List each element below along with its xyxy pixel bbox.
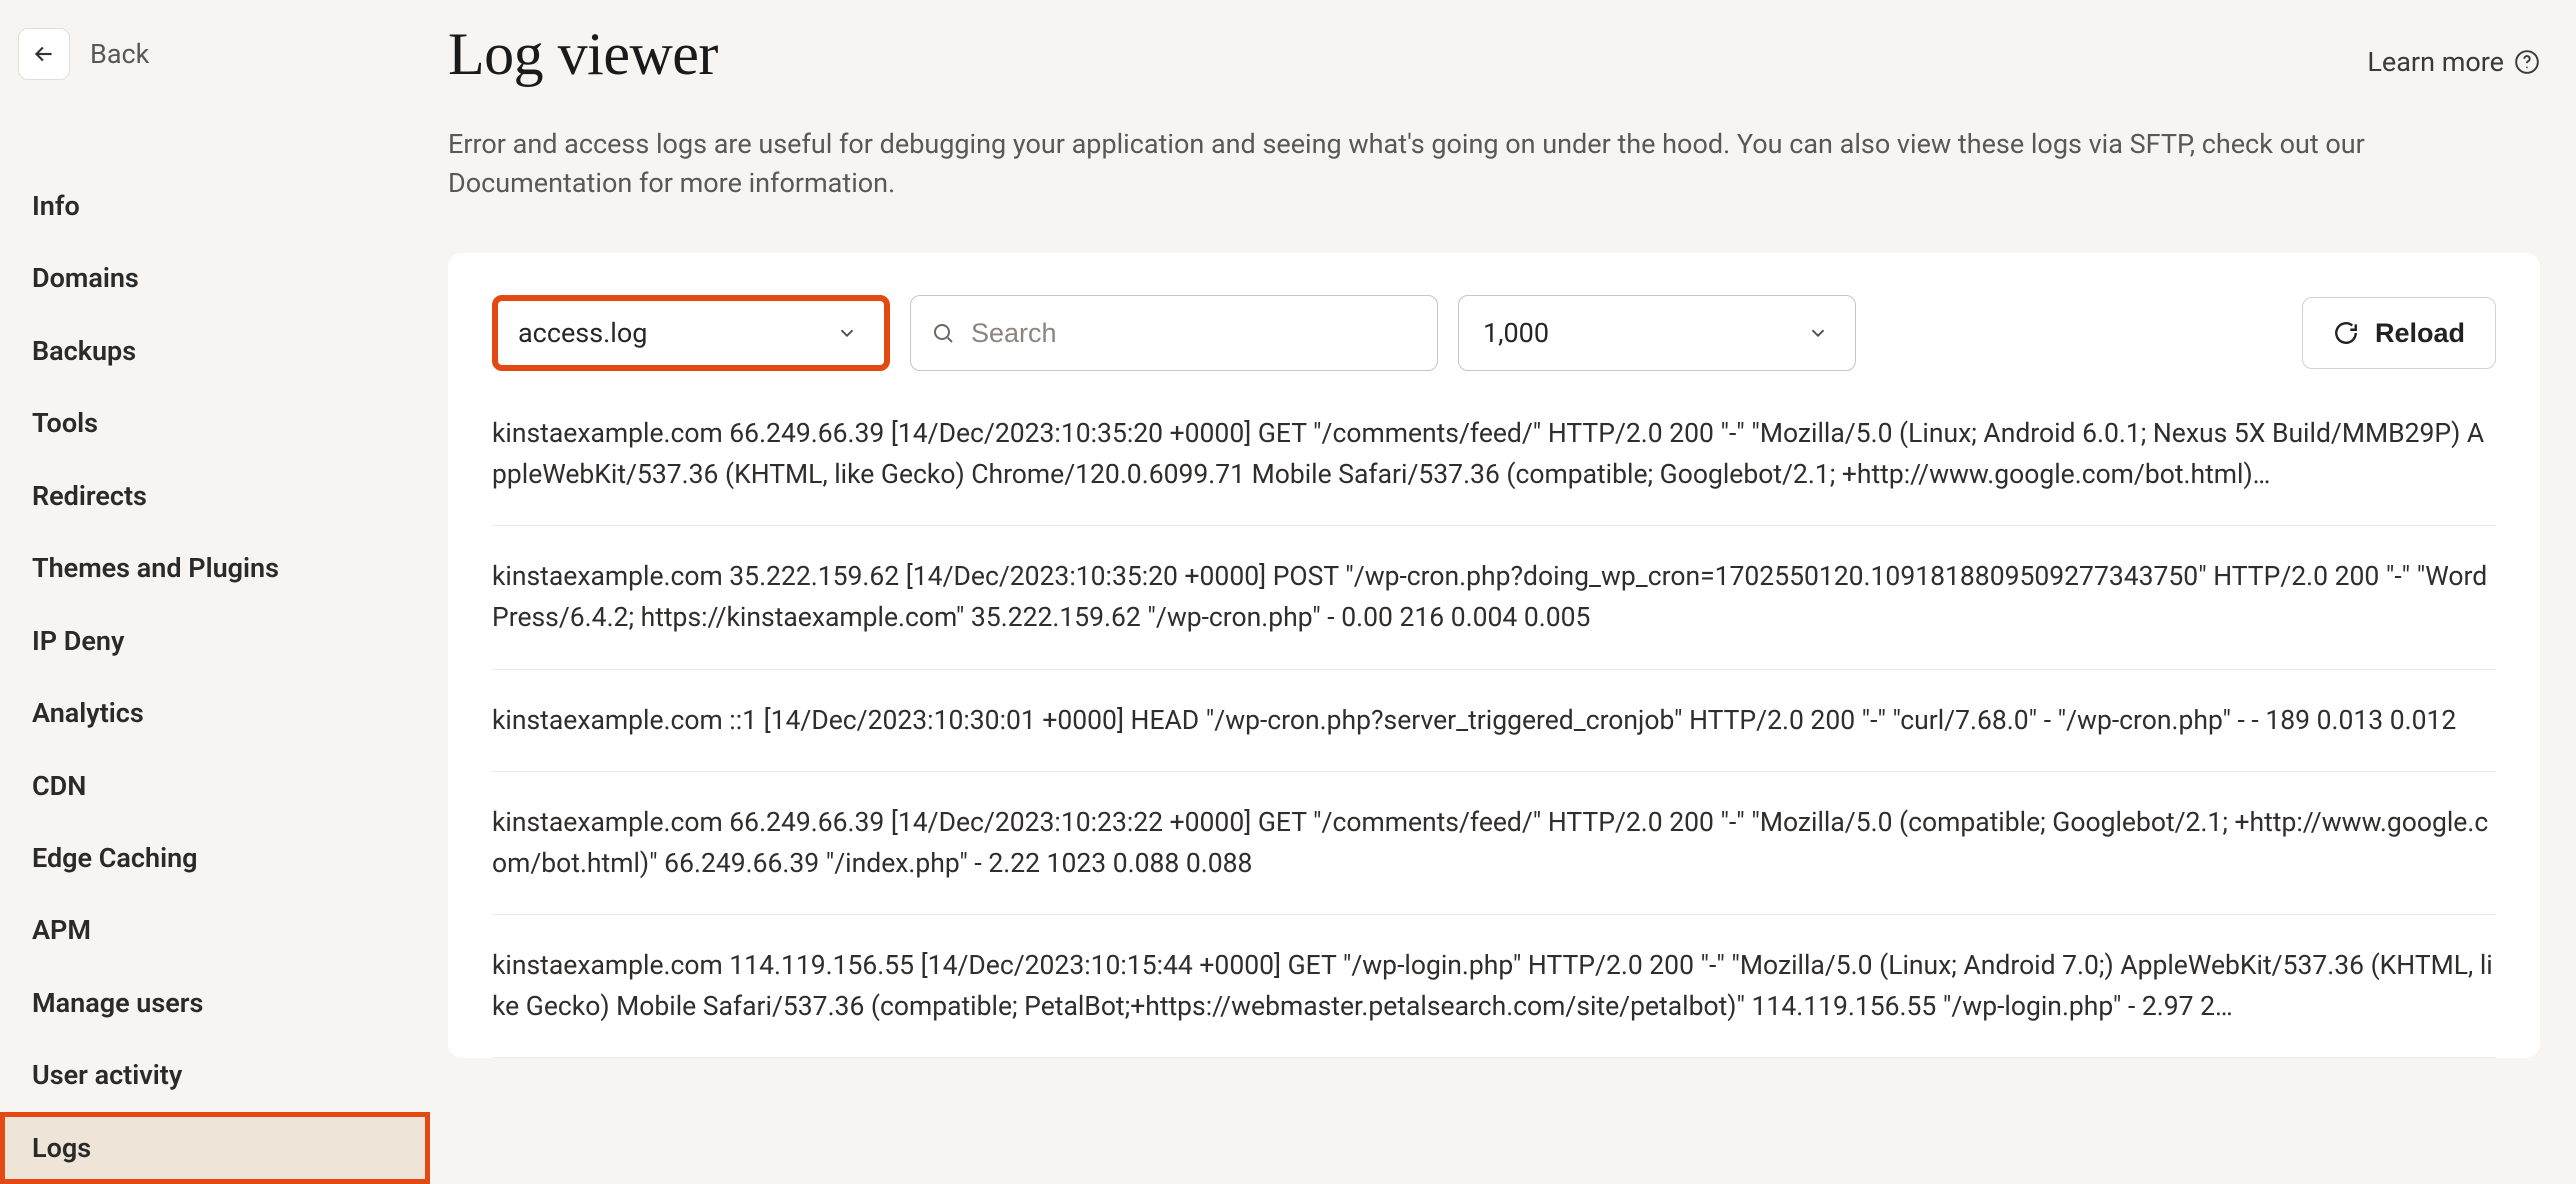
- log-text: kinstaexample.com 114.119.156.55 [14/Dec…: [492, 950, 2493, 1022]
- sidebar-item-label: Backups: [32, 335, 136, 367]
- back-button[interactable]: [18, 28, 70, 80]
- help-circle-icon: [2514, 49, 2540, 75]
- log-row[interactable]: kinstaexample.com 66.249.66.39 [14/Dec/2…: [492, 772, 2496, 915]
- reload-icon: [2333, 320, 2359, 346]
- sidebar-item-label: User activity: [32, 1059, 182, 1091]
- nav: Info Domains Backups Tools Redirects The…: [0, 170, 430, 1184]
- sidebar-item-info[interactable]: Info: [0, 170, 430, 242]
- sidebar-item-label: CDN: [32, 770, 86, 802]
- sidebar-item-user-activity[interactable]: User activity: [0, 1039, 430, 1111]
- sidebar-item-cdn[interactable]: CDN: [0, 750, 430, 822]
- log-list: kinstaexample.com 66.249.66.39 [14/Dec/2…: [492, 413, 2496, 1058]
- toolbar: access.log 1,000 Reload: [492, 295, 2496, 371]
- sidebar-item-label: Domains: [32, 262, 139, 294]
- reload-button[interactable]: Reload: [2302, 297, 2496, 369]
- log-card: access.log 1,000 Reload kinsta: [448, 253, 2540, 1058]
- search-input[interactable]: [971, 318, 1417, 349]
- sidebar-item-label: Analytics: [32, 697, 144, 729]
- sidebar-item-logs[interactable]: Logs: [0, 1112, 430, 1184]
- header-row: Log viewer Learn more: [448, 20, 2540, 89]
- sidebar-item-redirects[interactable]: Redirects: [0, 460, 430, 532]
- log-file-value: access.log: [518, 317, 647, 349]
- sidebar: Back Info Domains Backups Tools Redirect…: [0, 0, 430, 1154]
- log-row[interactable]: kinstaexample.com 66.249.66.39 [14/Dec/2…: [492, 413, 2496, 526]
- sidebar-item-label: Edge Caching: [32, 842, 198, 874]
- log-text: kinstaexample.com 35.222.159.62 [14/Dec/…: [492, 561, 2487, 633]
- log-row[interactable]: kinstaexample.com 35.222.159.62 [14/Dec/…: [492, 526, 2496, 669]
- sidebar-item-label: Themes and Plugins: [32, 552, 279, 584]
- sidebar-item-apm[interactable]: APM: [0, 894, 430, 966]
- log-file-select[interactable]: access.log: [492, 295, 890, 371]
- sidebar-item-analytics[interactable]: Analytics: [0, 677, 430, 749]
- sidebar-item-ip-deny[interactable]: IP Deny: [0, 605, 430, 677]
- sidebar-item-themes-plugins[interactable]: Themes and Plugins: [0, 532, 430, 604]
- back-row: Back: [0, 28, 430, 80]
- learn-more-link[interactable]: Learn more: [2367, 46, 2540, 78]
- sidebar-item-edge-caching[interactable]: Edge Caching: [0, 822, 430, 894]
- main-content: Log viewer Learn more Error and access l…: [430, 0, 2576, 1154]
- sidebar-item-label: Redirects: [32, 480, 147, 512]
- sidebar-item-label: Info: [32, 190, 80, 222]
- reload-label: Reload: [2375, 318, 2465, 349]
- log-text: kinstaexample.com 66.249.66.39 [14/Dec/2…: [492, 807, 2488, 879]
- sidebar-item-manage-users[interactable]: Manage users: [0, 967, 430, 1039]
- lines-value: 1,000: [1483, 317, 1549, 349]
- page-description: Error and access logs are useful for deb…: [448, 125, 2540, 203]
- lines-select[interactable]: 1,000: [1458, 295, 1856, 371]
- sidebar-item-backups[interactable]: Backups: [0, 315, 430, 387]
- log-text: kinstaexample.com 66.249.66.39 [14/Dec/2…: [492, 418, 2484, 490]
- chevron-down-icon: [836, 322, 858, 344]
- log-row[interactable]: kinstaexample.com 114.119.156.55 [14/Dec…: [492, 915, 2496, 1058]
- learn-more-label: Learn more: [2367, 46, 2504, 78]
- search-box[interactable]: [910, 295, 1438, 371]
- sidebar-item-label: IP Deny: [32, 625, 124, 657]
- arrow-left-icon: [31, 41, 57, 67]
- sidebar-item-tools[interactable]: Tools: [0, 387, 430, 459]
- sidebar-item-label: Tools: [32, 407, 98, 439]
- sidebar-item-label: Manage users: [32, 987, 203, 1019]
- sidebar-item-label: APM: [32, 914, 91, 946]
- search-icon: [931, 321, 955, 345]
- page-title: Log viewer: [448, 20, 718, 89]
- back-label[interactable]: Back: [90, 38, 149, 70]
- log-row[interactable]: kinstaexample.com ::1 [14/Dec/2023:10:30…: [492, 670, 2496, 772]
- sidebar-item-label: Logs: [32, 1132, 91, 1164]
- chevron-down-icon: [1807, 322, 1829, 344]
- log-text: kinstaexample.com ::1 [14/Dec/2023:10:30…: [492, 705, 2456, 736]
- sidebar-item-domains[interactable]: Domains: [0, 242, 430, 314]
